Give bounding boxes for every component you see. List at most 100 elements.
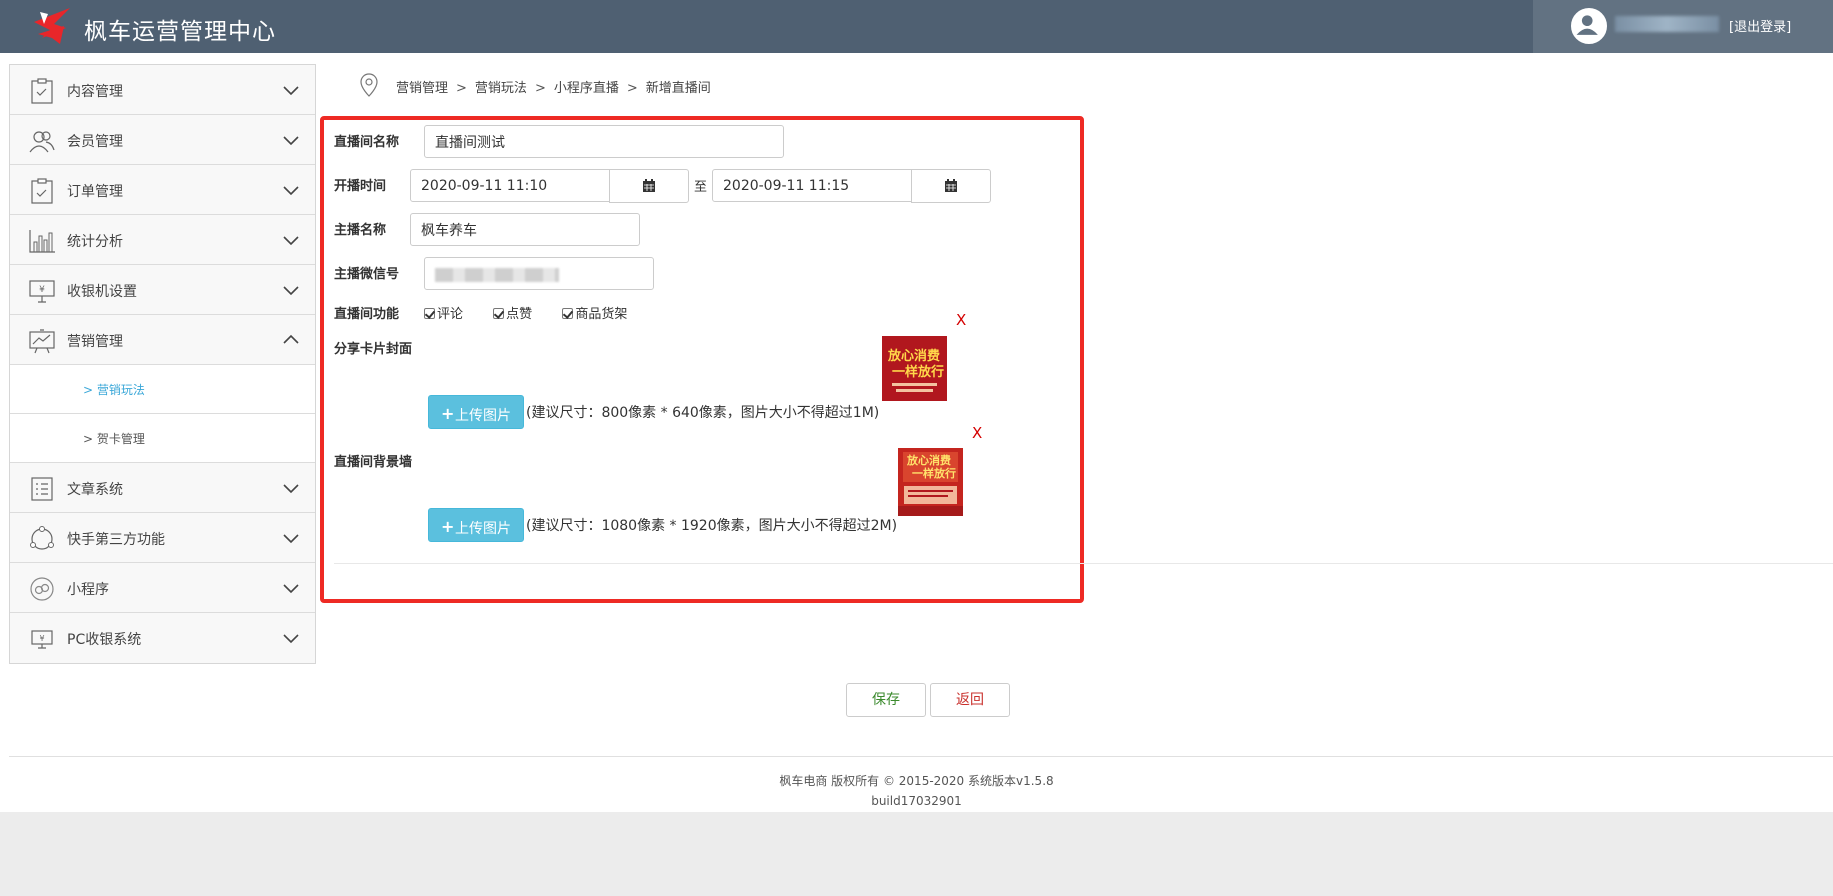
share-cover-image: 放心消费 一样放行 bbox=[882, 336, 947, 401]
location-pin-icon bbox=[360, 73, 378, 97]
svg-text:¥: ¥ bbox=[39, 285, 45, 295]
background-text-2: 一样放行 bbox=[912, 466, 956, 480]
footer-build: build17032901 bbox=[871, 794, 962, 808]
end-calendar-button[interactable] bbox=[911, 169, 991, 203]
sidebar-item-label: 会员管理 bbox=[67, 134, 123, 150]
share-cover-label: 分享卡片封面 bbox=[334, 342, 413, 357]
sidebar-item-articles[interactable]: 文章系统 bbox=[10, 463, 315, 513]
chevron-down-icon bbox=[283, 634, 299, 644]
chevron-down-icon bbox=[283, 484, 299, 494]
background-image: 放心消费 一样放行 bbox=[898, 448, 963, 516]
goods-shelf-checkbox-label: 商品货架 bbox=[575, 307, 628, 322]
upload-button-label: 上传图片 bbox=[455, 521, 511, 537]
chevron-down-icon bbox=[283, 136, 299, 146]
fengche-logo bbox=[34, 8, 70, 44]
breadcrumb-separator: > bbox=[626, 81, 638, 96]
chevron-up-icon bbox=[283, 334, 299, 344]
logout-link[interactable]: [退出登录] bbox=[1729, 16, 1791, 35]
svg-text:¥: ¥ bbox=[39, 634, 44, 643]
share-cover-text-2: 一样放行 bbox=[892, 364, 944, 380]
background-delete[interactable]: X bbox=[972, 424, 982, 442]
main-page: 内容管理 会员管理 订单管理 统计分析 ¥ 收银机设置 营销管理 > 营销玩法 … bbox=[0, 53, 1833, 812]
clipboard-icon bbox=[31, 78, 53, 104]
list-icon bbox=[31, 477, 53, 501]
chevron-down-icon bbox=[283, 286, 299, 296]
goods-shelf-checkbox[interactable] bbox=[562, 308, 574, 319]
share-cover-text-1: 放心消费 bbox=[887, 348, 940, 364]
sidebar-item-label: 文章系统 bbox=[67, 482, 123, 498]
features-label: 直播间功能 bbox=[334, 307, 400, 322]
end-time-input[interactable] bbox=[712, 169, 912, 202]
start-time-label: 开播时间 bbox=[334, 179, 387, 194]
share-cover-delete[interactable]: X bbox=[956, 311, 966, 329]
avatar-icon[interactable] bbox=[1571, 8, 1607, 44]
chevron-down-icon bbox=[283, 534, 299, 544]
breadcrumb-item[interactable]: 营销管理 bbox=[396, 81, 448, 96]
calendar-icon bbox=[945, 179, 957, 192]
sidebar-subitem-marketing-play[interactable]: > 营销玩法 bbox=[10, 365, 315, 414]
sidebar-subitem-greeting-cards[interactable]: > 贺卡管理 bbox=[10, 414, 315, 463]
upload-button-label: 上传图片 bbox=[455, 408, 511, 424]
sidebar-subitem-label: > 贺卡管理 bbox=[83, 432, 145, 446]
sidebar-item-cashier-settings[interactable]: ¥ 收银机设置 bbox=[10, 265, 315, 315]
breadcrumb-current: 新增直播间 bbox=[645, 81, 711, 96]
sidebar-subitem-label: > 营销玩法 bbox=[83, 383, 145, 397]
sidebar-item-kuaishou[interactable]: 快手第三方功能 bbox=[10, 513, 315, 563]
room-name-input[interactable] bbox=[424, 125, 784, 158]
sidebar-item-label: PC收银系统 bbox=[67, 632, 142, 648]
app-title: 枫车运营管理中心 bbox=[84, 19, 276, 45]
breadcrumb-trail: 营销管理 > 营销玩法 > 小程序直播 > 新增直播间 bbox=[396, 77, 711, 96]
save-button[interactable]: 保存 bbox=[846, 683, 926, 717]
start-calendar-button[interactable] bbox=[609, 169, 689, 203]
anchor-wechat-label: 主播微信号 bbox=[334, 267, 400, 282]
share-cover-thumbnail: 放心消费 一样放行 bbox=[882, 336, 947, 401]
sidebar-item-pc-cashier[interactable]: ¥ PC收银系统 bbox=[10, 613, 315, 663]
bar-chart-icon bbox=[29, 230, 55, 253]
user-panel: [退出登录] bbox=[1533, 0, 1833, 53]
like-checkbox[interactable] bbox=[493, 308, 505, 319]
sidebar-item-label: 统计分析 bbox=[67, 234, 123, 250]
background-hint: (建议尺寸：1080像素 * 1920像素，图片大小不得超过2M) bbox=[526, 518, 898, 534]
start-time-input[interactable] bbox=[410, 169, 610, 202]
chevron-down-icon bbox=[283, 86, 299, 96]
chevron-down-icon bbox=[283, 236, 299, 246]
sidebar-item-mini-program[interactable]: 小程序 bbox=[10, 563, 315, 613]
users-icon bbox=[29, 131, 55, 153]
share-circle-icon bbox=[30, 526, 54, 550]
sidebar-item-members[interactable]: 会员管理 bbox=[10, 115, 315, 165]
breadcrumb-item[interactable]: 小程序直播 bbox=[554, 81, 619, 96]
breadcrumb-item[interactable]: 营销玩法 bbox=[475, 81, 527, 96]
back-button[interactable]: 返回 bbox=[930, 683, 1010, 717]
comment-checkbox-label: 评论 bbox=[437, 307, 464, 322]
time-range-separator: 至 bbox=[694, 180, 708, 195]
chevron-down-icon bbox=[283, 186, 299, 196]
sidebar-item-statistics[interactable]: 统计分析 bbox=[10, 215, 315, 265]
cashier-monitor-icon: ¥ bbox=[29, 280, 55, 303]
sidebar-item-label: 内容管理 bbox=[67, 84, 123, 100]
user-name-blurred bbox=[1615, 16, 1719, 32]
room-name-label: 直播间名称 bbox=[334, 135, 400, 150]
chevron-down-icon bbox=[283, 584, 299, 594]
anchor-name-input[interactable] bbox=[410, 213, 640, 246]
sidebar: 内容管理 会员管理 订单管理 统计分析 ¥ 收银机设置 营销管理 > 营销玩法 … bbox=[9, 64, 316, 664]
sidebar-item-label: 订单管理 bbox=[67, 184, 123, 200]
sidebar-item-orders[interactable]: 订单管理 bbox=[10, 165, 315, 215]
pc-cashier-icon: ¥ bbox=[31, 630, 53, 649]
top-header: 枫车运营管理中心 [退出登录] bbox=[0, 0, 1833, 53]
share-cover-upload-button[interactable]: + 上传图片 bbox=[428, 395, 524, 429]
comment-checkbox[interactable] bbox=[424, 308, 435, 319]
background-label: 直播间背景墙 bbox=[334, 455, 413, 470]
features-checkbox-group: 评论 点赞 商品货架 bbox=[424, 303, 653, 322]
sidebar-item-label: 营销管理 bbox=[67, 334, 123, 350]
anchor-wechat-input[interactable] bbox=[424, 257, 654, 290]
sidebar-item-marketing[interactable]: 营销管理 bbox=[10, 315, 315, 365]
footer-copyright: 枫车电商 版权所有 © 2015-2020 系统版本v1.5.8 bbox=[779, 774, 1054, 788]
like-checkbox-label: 点赞 bbox=[506, 307, 533, 322]
sidebar-item-label: 收银机设置 bbox=[67, 284, 137, 300]
footer-divider bbox=[9, 756, 1833, 757]
clipboard-check-icon bbox=[31, 178, 53, 204]
sidebar-item-label: 小程序 bbox=[67, 582, 109, 598]
sidebar-item-label: 快手第三方功能 bbox=[67, 532, 165, 548]
background-upload-button[interactable]: + 上传图片 bbox=[428, 508, 524, 542]
sidebar-item-content[interactable]: 内容管理 bbox=[10, 65, 315, 115]
